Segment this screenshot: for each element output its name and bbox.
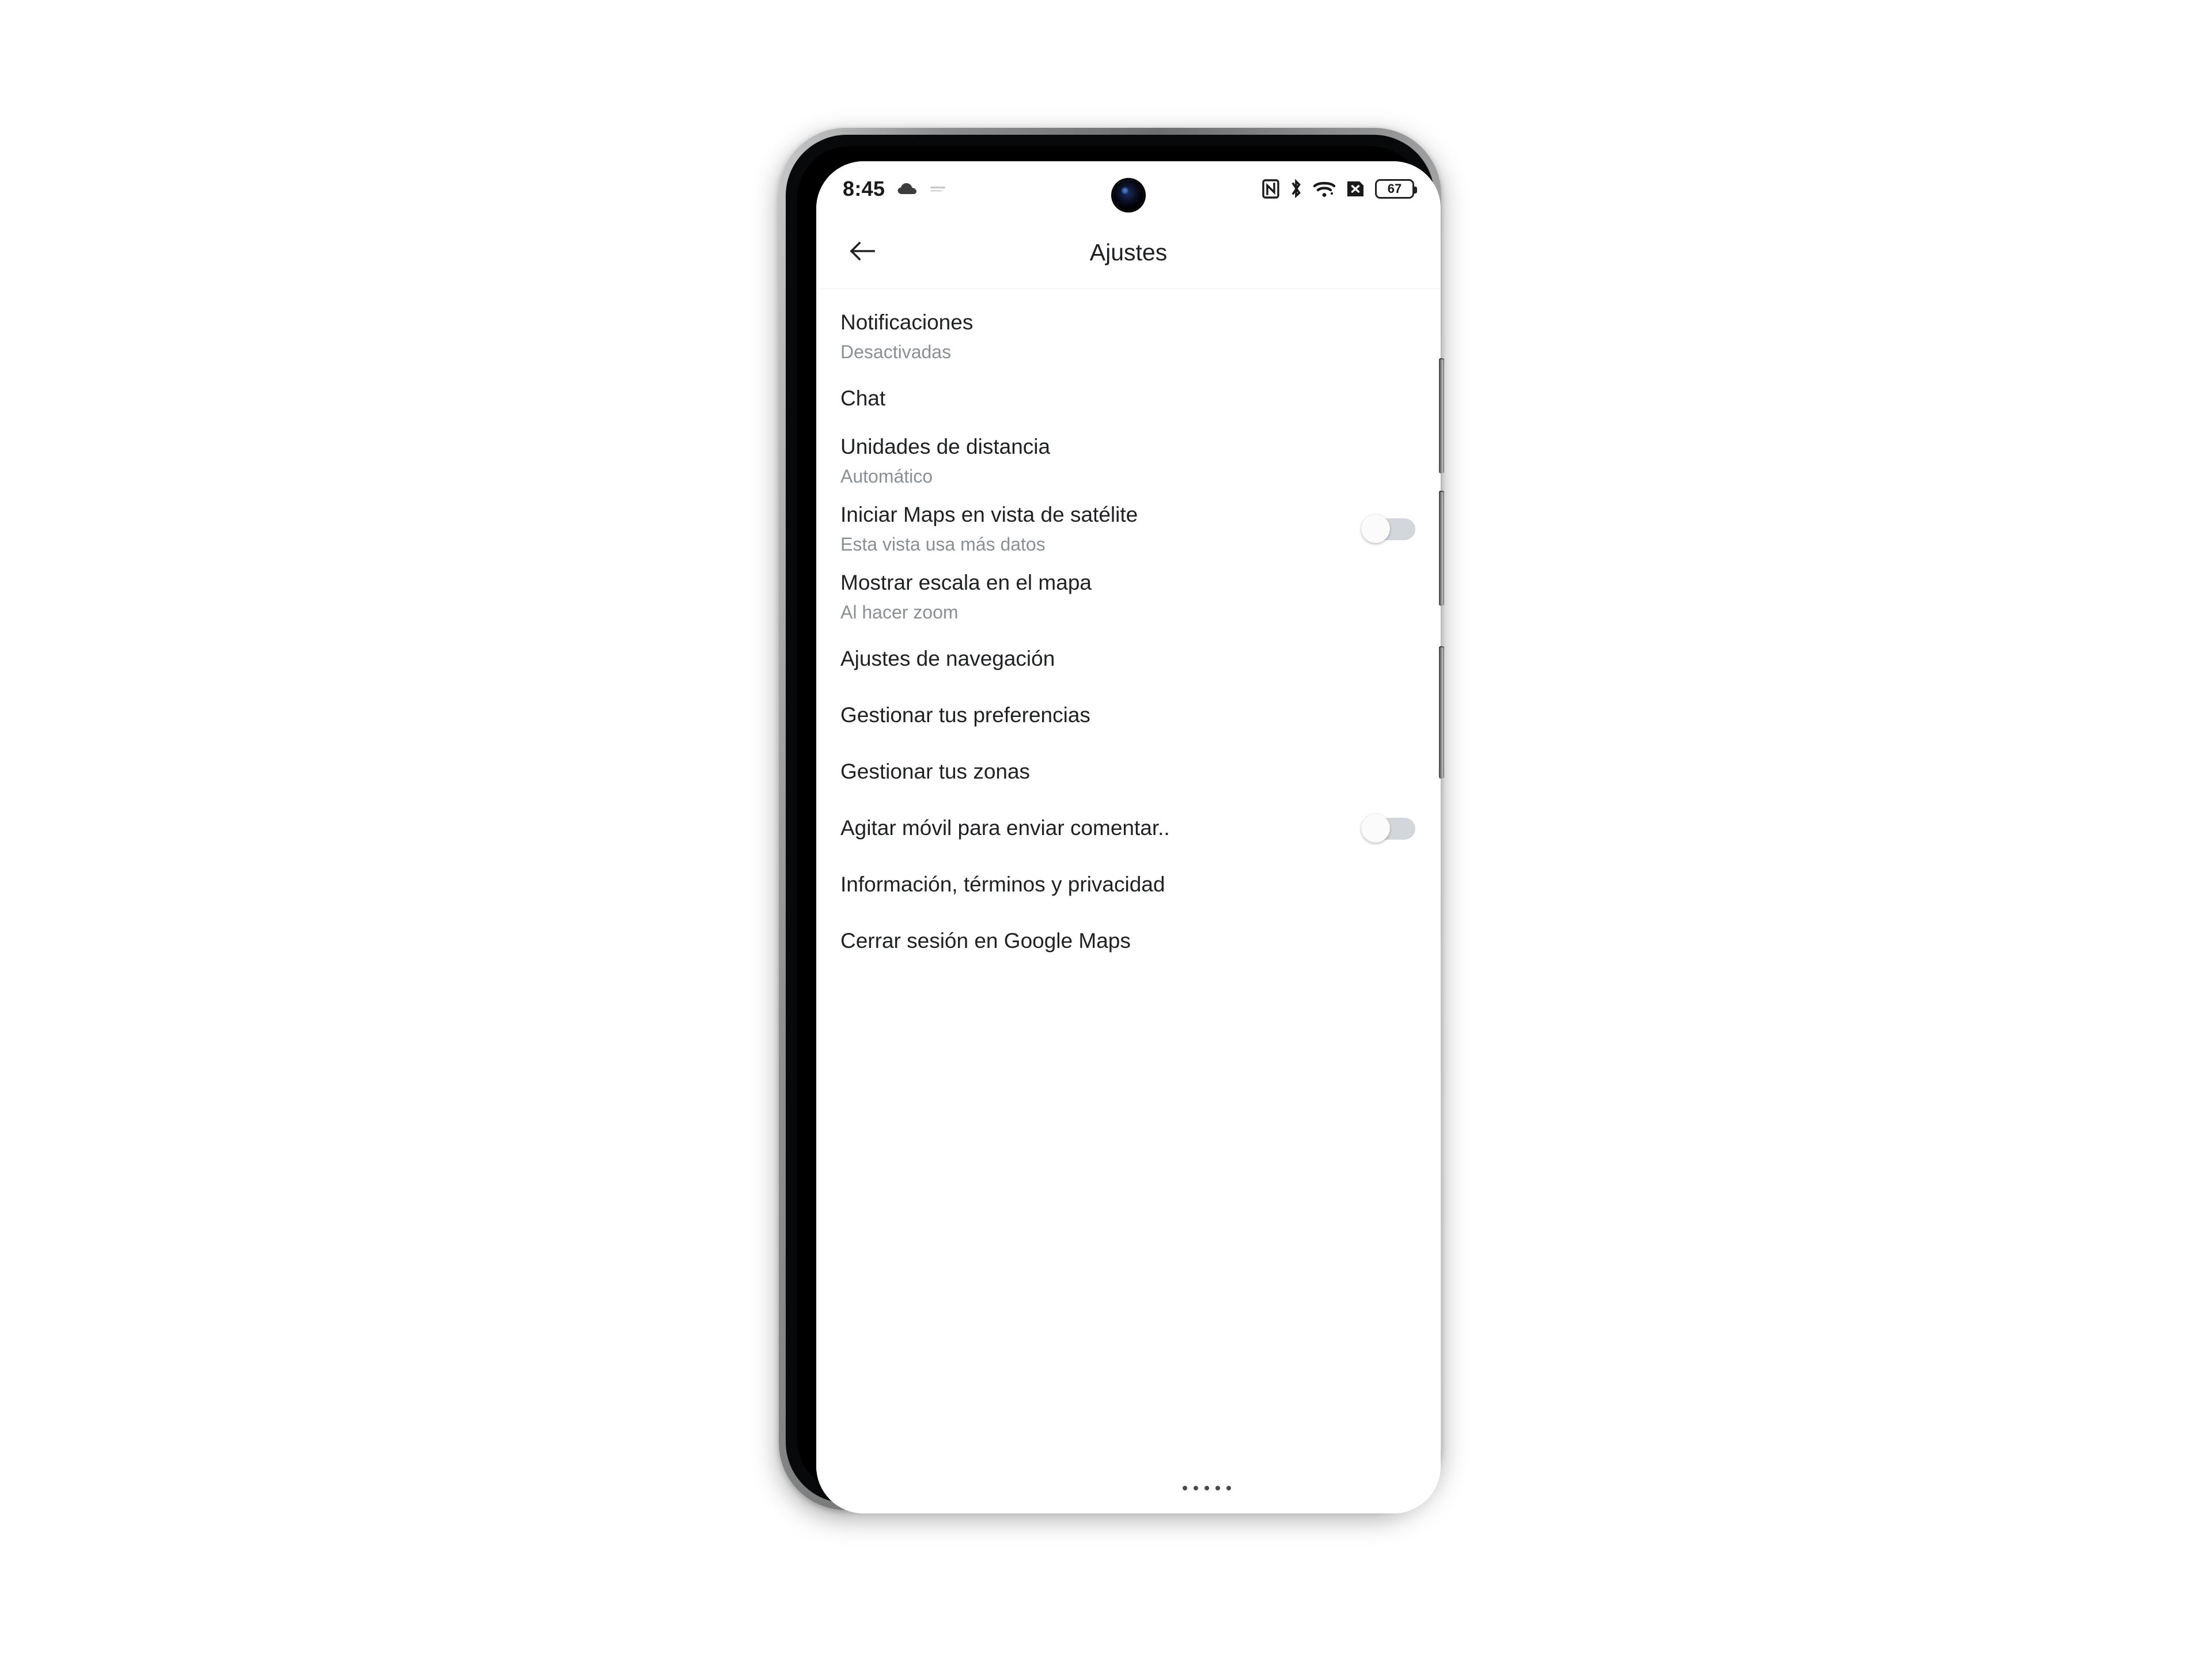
status-bar-left: 8:45 xyxy=(843,177,947,201)
setting-title: Chat xyxy=(840,386,886,411)
setting-row-gestionar-tus-preferencias[interactable]: Gestionar tus preferencias xyxy=(816,687,1441,743)
battery-level-label: 67 xyxy=(1387,181,1402,196)
setting-row-ajustes-de-navegacion[interactable]: Ajustes de navegación xyxy=(816,631,1441,687)
wifi-icon xyxy=(1313,180,1336,198)
row-text-group: Información, términos y privacidad xyxy=(840,871,1415,897)
setting-row-agitar-movil[interactable]: Agitar móvil para enviar comentar.. xyxy=(816,800,1441,856)
grille-hole xyxy=(1183,1485,1187,1490)
volume-down-button[interactable] xyxy=(1439,491,1444,606)
setting-subtitle: Automático xyxy=(840,465,933,487)
list-top-spacer xyxy=(816,290,1441,302)
speaker-grille xyxy=(989,1485,1231,1490)
toggle-satellite-view[interactable] xyxy=(1361,514,1415,543)
setting-row-gestionar-tus-zonas[interactable]: Gestionar tus zonas xyxy=(816,743,1441,800)
setting-row-mostrar-escala[interactable]: Mostrar escala en el mapa Al hacer zoom xyxy=(816,563,1441,631)
row-text-group: Gestionar tus preferencias xyxy=(840,702,1415,728)
front-camera-punch-hole xyxy=(1113,180,1144,211)
status-bar: 8:45 67 xyxy=(816,161,1441,217)
setting-title: Gestionar tus zonas xyxy=(840,760,1031,784)
setting-title: Agitar móvil para enviar comentar.. xyxy=(840,816,1170,840)
cloud-icon xyxy=(897,182,917,196)
bluetooth-icon xyxy=(1289,179,1303,199)
phone-inner-bezel: 8:45 67 Ajustes Notificaciones Desactiva… xyxy=(797,146,1441,1513)
setting-subtitle: Desactivadas xyxy=(840,341,952,362)
nfc-icon xyxy=(1262,179,1279,199)
setting-title: Unidades de distancia xyxy=(840,435,1051,459)
toggle-thumb xyxy=(1361,814,1390,843)
setting-title: Ajustes de navegación xyxy=(840,647,1055,671)
phone-screen: 8:45 67 Ajustes Notificaciones Desactiva… xyxy=(816,161,1441,1513)
setting-row-informacion-terminos-privacidad[interactable]: Información, términos y privacidad xyxy=(816,856,1441,913)
row-text-group: Chat xyxy=(840,385,1415,411)
back-button[interactable] xyxy=(840,231,884,275)
power-button[interactable] xyxy=(1439,646,1444,779)
setting-title: Iniciar Maps en vista de satélite xyxy=(840,503,1138,527)
row-text-group: Mostrar escala en el mapa Al hacer zoom xyxy=(840,570,1415,623)
row-text-group: Iniciar Maps en vista de satélite Esta v… xyxy=(840,502,1346,555)
setting-title: Mostrar escala en el mapa xyxy=(840,571,1092,595)
app-bar: Ajustes xyxy=(816,217,1441,289)
grille-hole xyxy=(1205,1485,1209,1490)
volume-up-button[interactable] xyxy=(1439,358,1444,473)
setting-row-chat[interactable]: Chat xyxy=(816,370,1441,427)
arrow-left-icon xyxy=(849,240,876,265)
setting-row-notificaciones[interactable]: Notificaciones Desactivadas xyxy=(816,302,1441,370)
grille-hole xyxy=(1226,1485,1231,1490)
row-text-group: Cerrar sesión en Google Maps xyxy=(840,928,1415,954)
row-text-group: Unidades de distancia Automático xyxy=(840,434,1415,487)
page-title: Ajustes xyxy=(1089,239,1168,265)
setting-subtitle: Esta vista usa más datos xyxy=(840,533,1046,555)
row-text-group: Ajustes de navegación xyxy=(840,646,1415,671)
phone-device-frame: 8:45 67 Ajustes Notificaciones Desactiva… xyxy=(779,128,1444,1513)
setting-title: Información, términos y privacidad xyxy=(840,872,1165,897)
setting-row-cerrar-sesion[interactable]: Cerrar sesión en Google Maps xyxy=(816,913,1441,969)
settings-list[interactable]: Notificaciones Desactivadas Chat Unidade… xyxy=(816,290,1441,1513)
toggle-shake-to-send-feedback[interactable] xyxy=(1361,814,1415,843)
battery-icon: 67 xyxy=(1375,179,1417,199)
grille-hole xyxy=(1194,1485,1198,1490)
row-text-group: Gestionar tus zonas xyxy=(840,758,1415,784)
row-text-group: Notificaciones Desactivadas xyxy=(840,309,1415,363)
setting-subtitle: Al hacer zoom xyxy=(840,601,959,623)
setting-title: Notificaciones xyxy=(840,310,974,335)
row-text-group: Agitar móvil para enviar comentar.. xyxy=(840,815,1346,841)
status-bar-right: 67 xyxy=(1262,179,1417,199)
setting-title: Cerrar sesión en Google Maps xyxy=(840,929,1131,953)
grille-hole xyxy=(1215,1485,1220,1490)
toggle-thumb xyxy=(1361,514,1390,543)
setting-title: Gestionar tus preferencias xyxy=(840,703,1090,727)
faint-notification-icon xyxy=(930,184,947,194)
no-sim-icon xyxy=(1346,180,1365,198)
status-bar-clock: 8:45 xyxy=(843,177,885,200)
setting-row-unidades-de-distancia[interactable]: Unidades de distancia Automático xyxy=(816,427,1441,495)
setting-row-iniciar-maps-satelite[interactable]: Iniciar Maps en vista de satélite Esta v… xyxy=(816,495,1441,563)
phone-bezel: 8:45 67 Ajustes Notificaciones Desactiva… xyxy=(786,135,1441,1513)
